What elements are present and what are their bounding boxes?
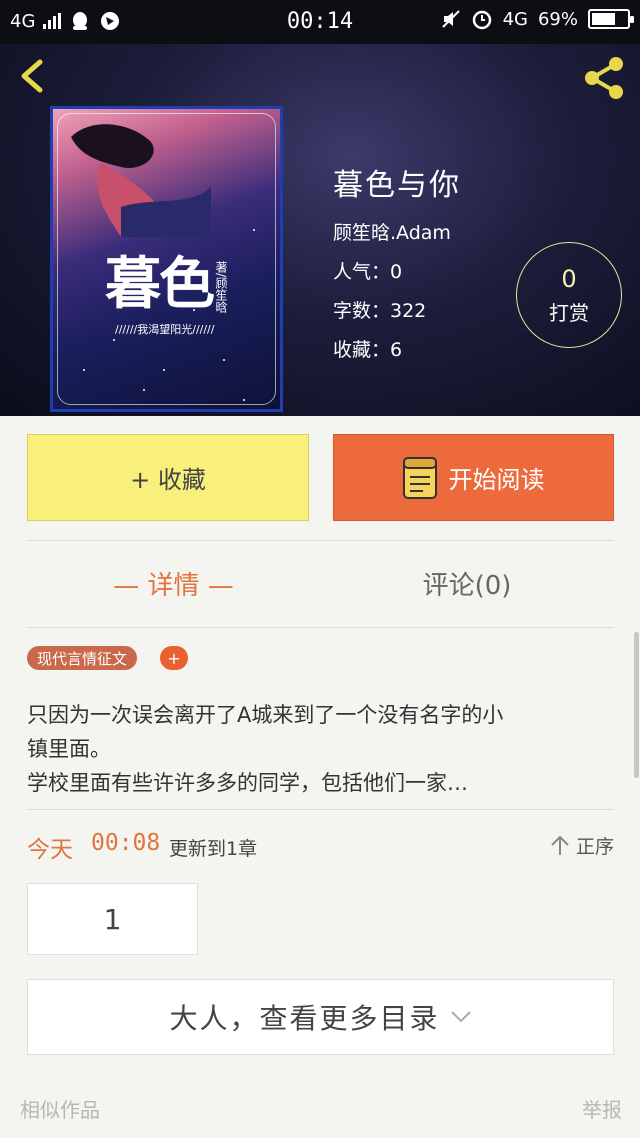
status-bar: 4G 00:14 4G 69% — [0, 0, 640, 44]
update-row: 今天 00:08 更新到1章 正序 — [27, 828, 614, 864]
collect-button[interactable]: + 收藏 — [27, 434, 309, 521]
divider — [27, 627, 614, 628]
status-right: 4G 69% — [441, 8, 634, 30]
book-title: 暮色与你 — [333, 168, 461, 203]
book-icon — [402, 456, 437, 499]
description-line: 学校里面有些许许多多的同学，包括他们一家… — [27, 771, 468, 795]
more-chapters-label: 大人，查看更多目录 — [169, 1002, 440, 1035]
battery-icon — [588, 9, 634, 29]
more-chapters-button[interactable]: 大人，查看更多目录 — [27, 979, 614, 1055]
mute-icon — [441, 10, 460, 28]
chevron-left-icon[interactable] — [14, 56, 54, 96]
scrollbar[interactable] — [634, 632, 639, 778]
tip-label: 打赏 — [549, 301, 589, 325]
update-time: 00:08 — [91, 830, 161, 856]
tab-bar: — 详情 — 评论(0) — [27, 541, 614, 626]
report-link[interactable]: 举报 — [582, 1094, 622, 1123]
arrow-up-icon — [551, 835, 569, 855]
description-line: 镇里面。 — [27, 737, 111, 761]
update-day: 今天 — [27, 837, 73, 863]
book-popularity: 人气：0 — [333, 261, 403, 283]
book-word-count: 字数：322 — [333, 300, 427, 322]
sort-toggle[interactable]: 正序 — [550, 832, 614, 859]
cover-author-name: 顾笙晗 — [214, 277, 228, 314]
book-meta: 暮色与你 顾笙晗.Adam 人气：0 字数：322 收藏：6 — [333, 160, 461, 362]
start-reading-button[interactable]: 开始阅读 — [333, 434, 614, 521]
update-text: 更新到1章 — [169, 838, 258, 860]
divider — [27, 809, 614, 810]
tip-button[interactable]: 0 打赏 — [516, 242, 622, 348]
book-description[interactable]: 只因为一次误会离开了A城来到了一个没有名字的小 镇里面。 学校里面有些许许多多的… — [27, 698, 614, 800]
book-header: 暮色 著/顾笙晗 //////我渴望阳光////// 暮色与你 顾笙晗.Adam… — [0, 44, 640, 416]
network-right-label: 4G — [502, 8, 528, 30]
book-favorites: 收藏：6 — [333, 339, 403, 361]
book-cover[interactable]: 暮色 著/顾笙晗 //////我渴望阳光////// — [50, 106, 283, 412]
start-reading-label: 开始阅读 — [448, 466, 545, 494]
genre-tag[interactable]: 现代言情征文 — [27, 646, 138, 670]
cover-title: 暮色 — [105, 251, 215, 317]
sort-label: 正序 — [575, 836, 614, 858]
similar-works-link[interactable]: 相似作品 — [20, 1094, 100, 1123]
description-line: 只因为一次误会离开了A城来到了一个没有名字的小 — [27, 703, 504, 727]
battery-percent: 69% — [537, 8, 578, 30]
cover-author-mark: 著 — [214, 261, 228, 273]
add-tag-button[interactable]: + — [160, 646, 188, 670]
chevron-down-icon — [450, 1011, 471, 1023]
cover-author: 著/顾笙晗 — [214, 261, 228, 314]
cover-subtitle: //////我渴望阳光////// — [115, 323, 215, 336]
tab-comments[interactable]: 评论(0) — [320, 541, 614, 626]
tip-count: 0 — [561, 265, 577, 293]
share-icon[interactable] — [580, 54, 628, 102]
chapter-button[interactable]: 1 — [27, 883, 198, 955]
tab-details[interactable]: — 详情 — — [27, 541, 320, 626]
book-author[interactable]: 顾笙晗.Adam — [333, 218, 461, 245]
alarm-icon — [472, 10, 491, 30]
